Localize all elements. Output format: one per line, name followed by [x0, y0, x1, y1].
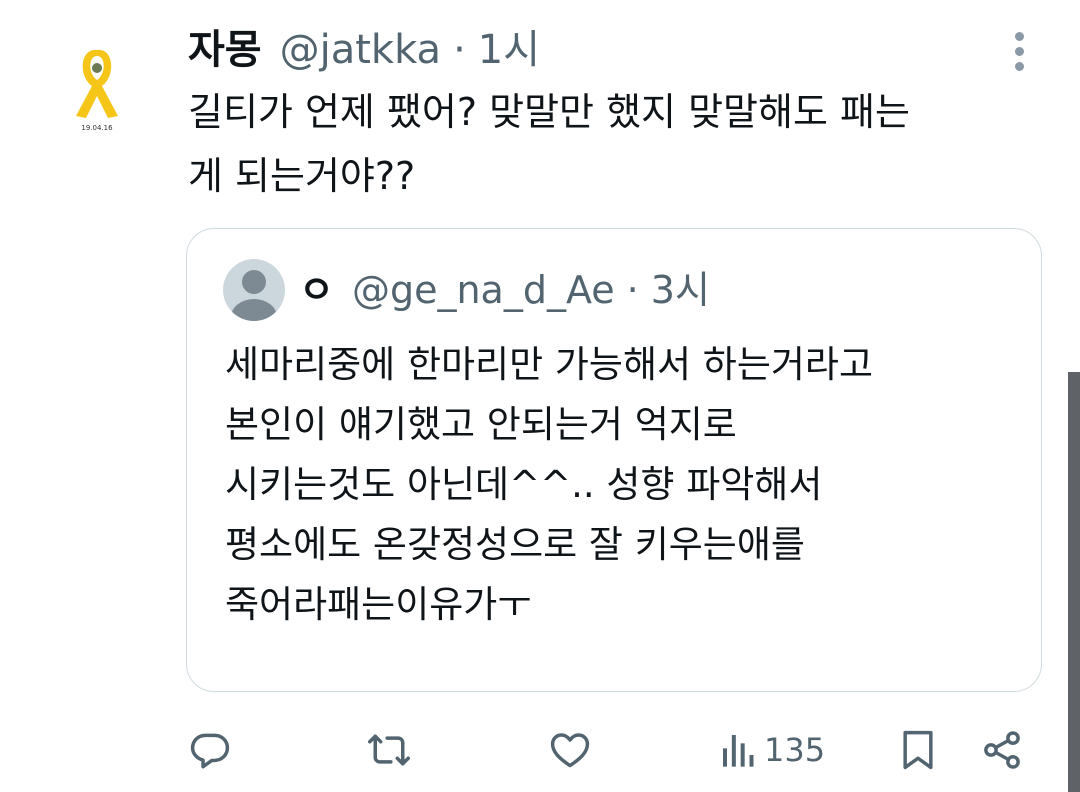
scrollbar[interactable] — [1068, 372, 1080, 792]
retweet-icon — [368, 734, 410, 766]
more-vertical-icon[interactable] — [1006, 30, 1034, 74]
separator-dot: · — [453, 27, 466, 73]
views-count: 135 — [764, 731, 826, 769]
quoted-text-line: 평소에도 온갖정성으로 잘 키우는애를 — [225, 523, 805, 566]
quoted-timestamp: 3시 — [650, 268, 710, 312]
quoted-tweet-header: ㅇ @ge_na_d_Ae · 3시 — [299, 261, 710, 319]
avatar-caption: 19.04.16 — [81, 124, 113, 132]
quoted-text-line: 세마리중에 한마리만 가능해서 하는거라고 — [225, 343, 874, 386]
yellow-ribbon-icon: 19.04.16 — [76, 49, 118, 132]
quoted-display-name: ㅇ — [299, 268, 334, 312]
quoted-user-handle: @ge_na_d_Ae — [351, 268, 615, 312]
like-button[interactable] — [548, 722, 592, 778]
quoted-avatar[interactable] — [223, 259, 285, 321]
views-icon — [723, 735, 754, 767]
reply-button[interactable] — [188, 722, 232, 778]
display-name[interactable]: 자몽 — [188, 22, 262, 78]
share-icon — [984, 731, 1020, 769]
quoted-text-line: 죽어라패는이유가ㅜ — [225, 583, 532, 626]
tweet-text-line: 게 되는거야?? — [188, 154, 416, 198]
like-icon — [550, 733, 590, 768]
share-button[interactable] — [980, 722, 1024, 778]
separator-dot: · — [626, 268, 639, 312]
tweet-text: 길티가 언제 팼어? 맞말만 했지 맞말해도 패는 게 되는거야?? — [188, 80, 1038, 208]
avatar[interactable]: 19.04.16 — [62, 38, 132, 138]
timestamp[interactable]: 1시 — [478, 22, 540, 78]
quoted-tweet-card[interactable]: ㅇ @ge_na_d_Ae · 3시 세마리중에 한마리만 가능해서 하는거라고… — [186, 228, 1042, 692]
reply-icon — [190, 733, 230, 769]
default-avatar-body — [231, 299, 277, 321]
bookmark-icon — [903, 730, 933, 770]
quoted-tweet-text: 세마리중에 한마리만 가능해서 하는거라고 본인이 얘기했고 안되는거 억지로 … — [225, 335, 1025, 635]
retweet-button[interactable] — [366, 722, 412, 778]
views-button[interactable]: 135 — [720, 722, 825, 778]
tweet-text-line: 길티가 언제 팼어? 맞말만 했지 맞말해도 패는 — [188, 90, 910, 134]
default-avatar-head — [242, 270, 266, 294]
bookmark-button[interactable] — [898, 722, 938, 778]
action-bar: 135 — [0, 722, 1080, 782]
quoted-text-line: 시키는것도 아닌데^^.. 성향 파악해서 — [225, 463, 823, 506]
tweet-header: 자몽 @jatkka · 1시 — [188, 22, 540, 78]
quoted-text-line: 본인이 얘기했고 안되는거 억지로 — [225, 403, 737, 446]
user-handle[interactable]: @jatkka — [280, 22, 441, 78]
